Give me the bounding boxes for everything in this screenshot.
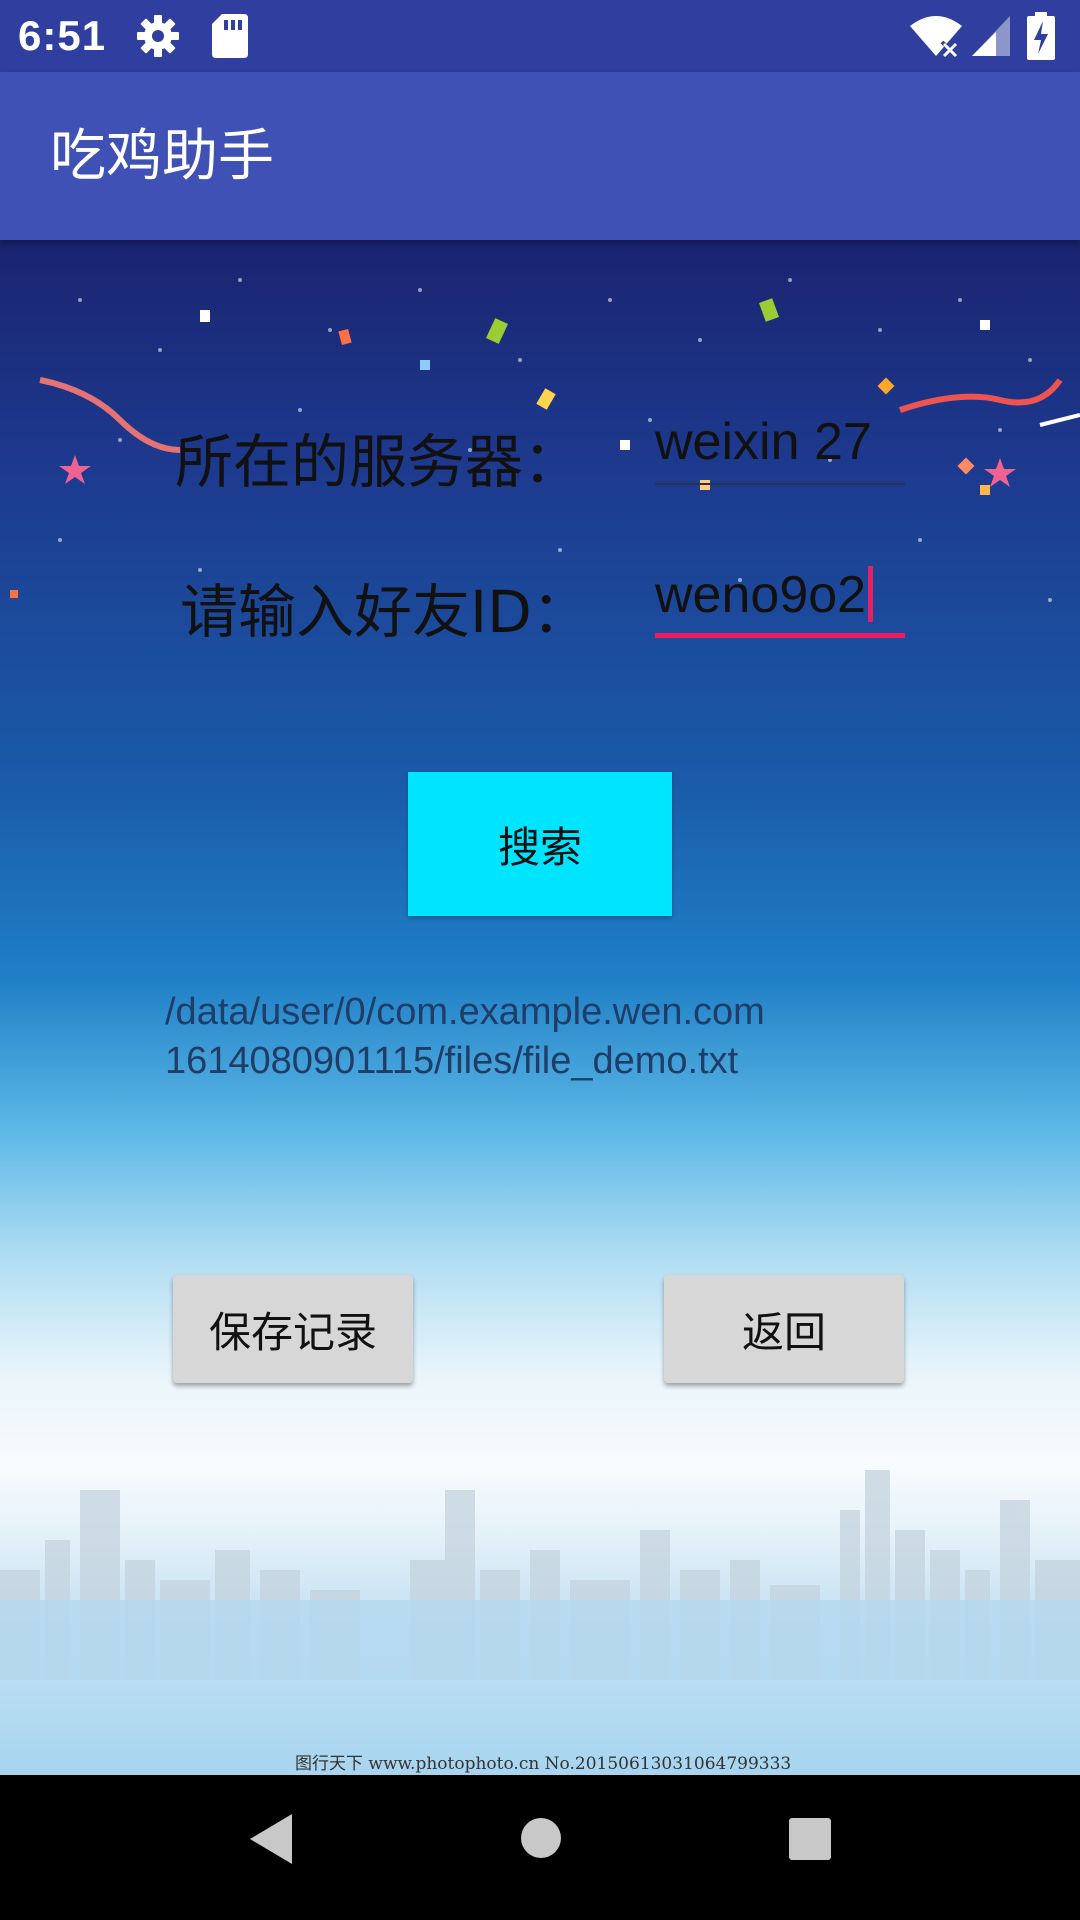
back-button[interactable]: 返回: [664, 1275, 904, 1383]
search-button[interactable]: 搜索: [408, 772, 672, 916]
app-title: 吃鸡助手: [50, 124, 274, 189]
status-time: 6:51: [18, 12, 107, 59]
watermark: 图行天下 www.photophoto.cn No.20150613031064…: [0, 1745, 1080, 1775]
file-path-text: /data/user/0/com.example.wen.com16140809…: [165, 991, 765, 1082]
battery-charging-icon: [1026, 12, 1056, 64]
recents-icon[interactable]: [787, 1816, 833, 1866]
navigation-bar: [0, 1775, 1080, 1920]
server-label: 所在的服务器：: [175, 428, 582, 496]
friend-id-input-underline: [655, 633, 905, 638]
signal-icon: [970, 14, 1012, 62]
back-icon[interactable]: [246, 1812, 296, 1870]
home-icon[interactable]: [519, 1816, 563, 1864]
wifi-off-icon: [908, 14, 964, 62]
server-input-value: weixin 27: [655, 413, 872, 471]
server-input-underline: [655, 483, 905, 485]
friend-id-label: 请输入好友ID：: [180, 578, 590, 646]
text-cursor: [868, 566, 874, 623]
city-skyline-decoration: [0, 1470, 1080, 1680]
server-input[interactable]: weixin 27: [655, 405, 905, 485]
friend-id-input[interactable]: weno9o2: [655, 558, 905, 638]
status-bar: 6:51: [0, 0, 1080, 72]
watermark-text: 图行天下 www.photophoto.cn No.20150613031064…: [295, 1754, 792, 1774]
content-area: 所在的服务器： weixin 27 请输入好友ID： weno9o2 搜索 /d…: [0, 240, 1080, 1775]
save-record-button[interactable]: 保存记录: [173, 1275, 413, 1383]
friend-id-input-value: weno9o2: [655, 566, 867, 624]
gear-icon: [134, 12, 182, 64]
sd-card-icon: [210, 12, 250, 64]
app-bar: 吃鸡助手: [0, 72, 1080, 240]
